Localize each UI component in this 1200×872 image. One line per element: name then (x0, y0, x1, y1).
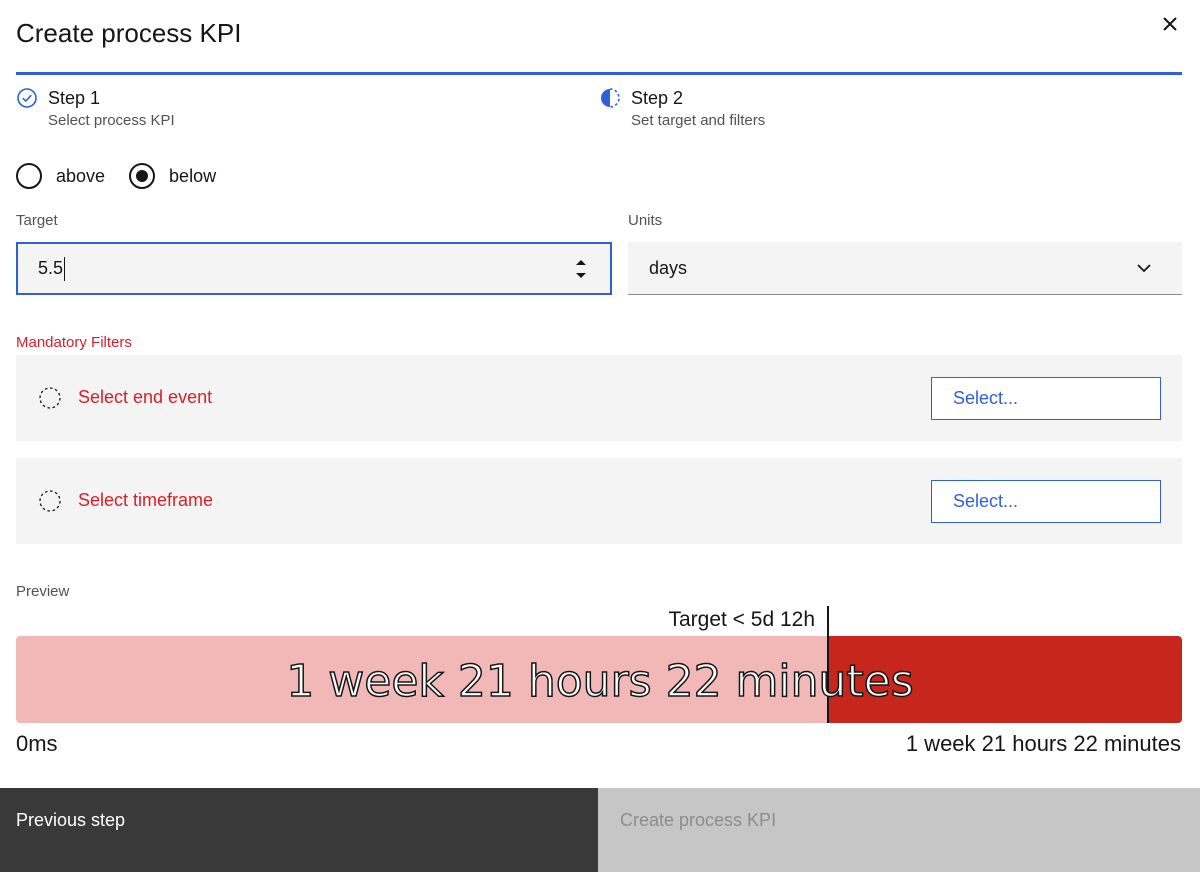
step-1-label: Step 1 (48, 88, 101, 108)
select-end-event-button[interactable]: Select... (931, 377, 1161, 420)
increment-arrow-icon[interactable] (575, 258, 587, 266)
decrement-arrow-icon[interactable] (575, 272, 587, 280)
chevron-down-icon (1137, 264, 1151, 273)
incomplete-circle-icon (39, 490, 61, 512)
target-label: Target (16, 212, 58, 229)
preview-value-text: 1 week 21 hours 22 minutes (286, 655, 915, 708)
radio-below-circle[interactable] (129, 163, 156, 189)
radio-below[interactable]: below (129, 163, 216, 189)
close-button[interactable] (1156, 10, 1184, 38)
radio-above-circle[interactable] (16, 163, 42, 189)
step-1-description: Select process KPI (48, 112, 175, 129)
previous-step-button[interactable]: Previous step (0, 788, 598, 872)
radio-above-label: above (56, 165, 106, 186)
step-2-label: Step 2 (631, 88, 684, 108)
number-stepper[interactable] (574, 258, 588, 280)
filter-row-timeframe: Select timeframe Select... (16, 458, 1182, 544)
target-input-value: 5.5 (38, 258, 64, 278)
units-selected-value: days (649, 257, 688, 278)
progress-line-step-2 (599, 72, 1182, 75)
step-2-description: Set target and filters (631, 112, 766, 129)
units-select[interactable]: days (628, 242, 1182, 295)
progress-line-step-1 (16, 72, 599, 75)
bar-max-label: 1 week 21 hours 22 minutes (905, 731, 1181, 756)
direction-radio-group: above below (16, 163, 240, 189)
text-cursor (64, 256, 66, 281)
half-circle-icon (601, 88, 620, 108)
checkmark-circle-icon (17, 88, 37, 108)
radio-above[interactable]: above (16, 163, 105, 189)
mandatory-filters-label: Mandatory Filters (16, 334, 132, 351)
bar-min-label: 0ms (16, 731, 58, 756)
create-process-kpi-button[interactable]: Create process KPI (598, 788, 1200, 872)
radio-below-label: below (169, 165, 217, 186)
radio-selected-dot (136, 170, 149, 182)
target-marker-label: Target < 5d 12h (668, 608, 815, 631)
modal-title: Create process KPI (16, 18, 242, 48)
filter-end-event-text: Select end event (78, 387, 213, 407)
close-icon (1163, 17, 1177, 31)
progress-step-2[interactable]: Step 2 Set target and filters (599, 86, 765, 129)
progress-step-1[interactable]: Step 1 Select process KPI (16, 86, 175, 129)
filter-timeframe-text: Select timeframe (78, 490, 214, 510)
select-timeframe-button[interactable]: Select... (931, 480, 1161, 523)
preview-label: Preview (16, 583, 70, 600)
filter-row-end-event: Select end event Select... (16, 355, 1182, 441)
target-input[interactable]: 5.5 (16, 242, 612, 295)
units-label: Units (628, 212, 663, 229)
incomplete-circle-icon (39, 387, 61, 409)
